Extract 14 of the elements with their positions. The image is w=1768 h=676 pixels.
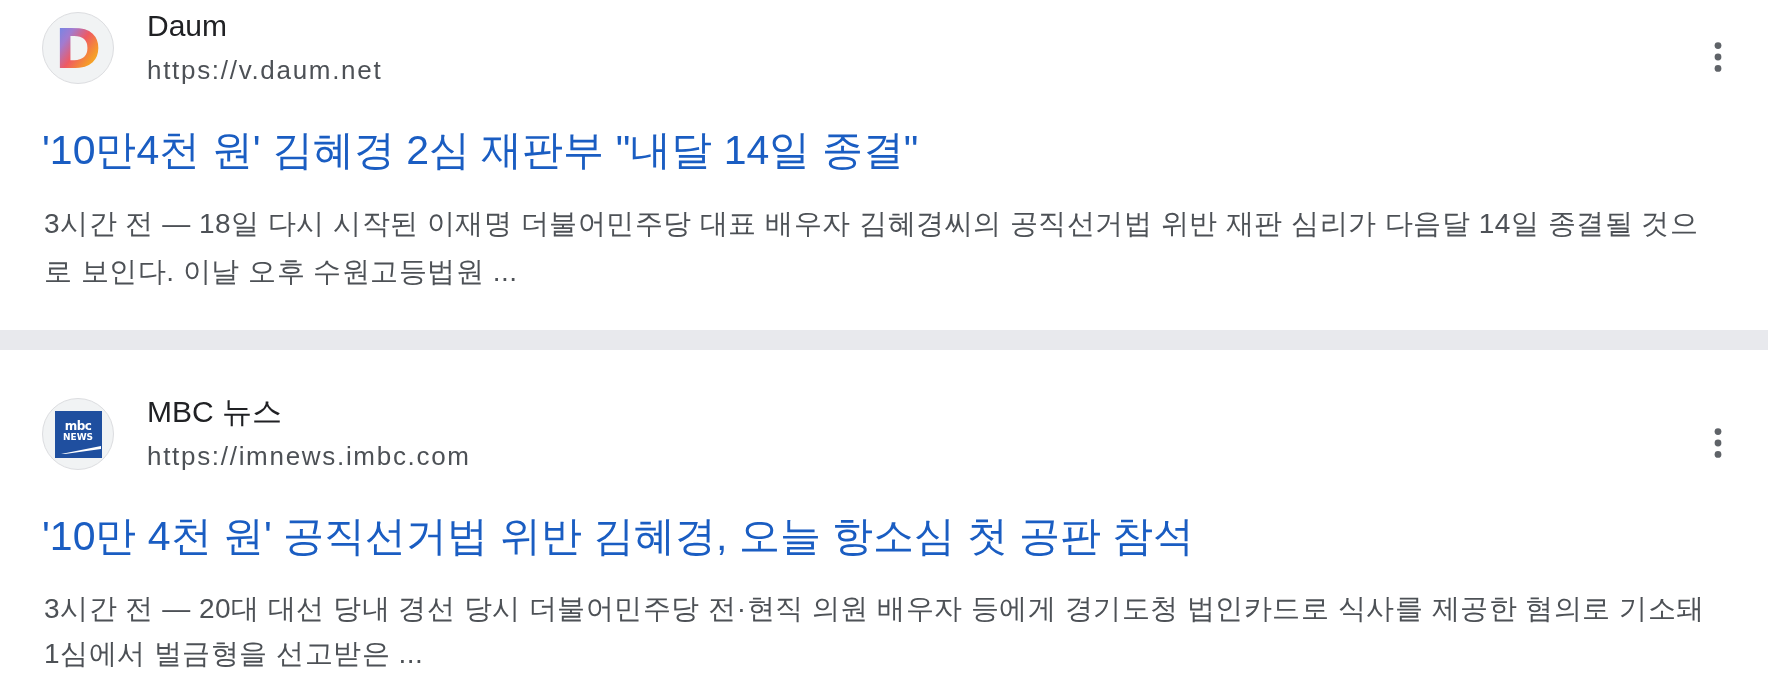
logo-letter: D	[56, 26, 100, 70]
result-snippet: 3시간 전 — 18일 다시 시작된 이재명 더불어민주당 대표 배우자 김혜경씨의 공직선거법 위반 재판 심리가 다음달 14일 종결될 것으로 보인다. 이날 오후 수원고등법원 ...	[44, 207, 1700, 289]
site-name: MBC 뉴스	[147, 394, 282, 430]
site-url: https://imnews.imbc.com	[147, 440, 471, 473]
site-name: Daum	[147, 8, 228, 44]
site-url: https://v.daum.net	[147, 54, 383, 87]
more-options-icon[interactable]	[1714, 428, 1722, 458]
logo-wordmark: mbc	[64, 419, 92, 432]
result-snippet: 3시간 전 — 20대 대선 당내 경선 당시 더불어민주당 전·현직 의원 배우자 등에게 경기도청 법인카드로 식사를 제공한 혐의로 기소돼 1심에서 벌금형을 선고받은 ...	[44, 592, 1706, 671]
logo-wordmark: NEWS	[62, 432, 94, 442]
result-title-link[interactable]: '10만 4천 원' 공직선거법 위반 김혜경, 오늘 항소심 첫 공판 참석	[42, 511, 1195, 561]
more-options-icon[interactable]	[1714, 42, 1722, 72]
swoosh-icon	[61, 445, 101, 454]
result-title-link[interactable]: '10만4천 원' 김혜경 2심 재판부 "내달 14일 종결"	[42, 125, 919, 175]
